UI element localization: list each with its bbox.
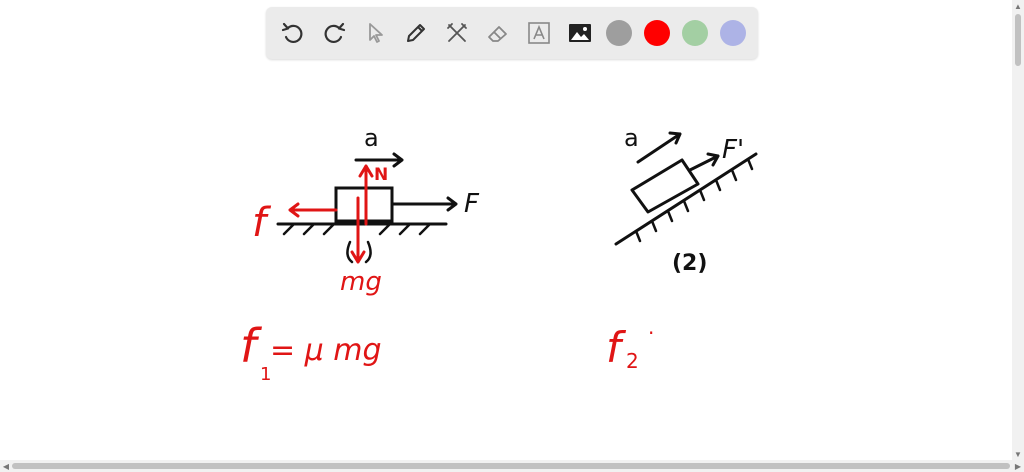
pointer-button[interactable]: [360, 19, 389, 48]
equation-f: f: [240, 319, 262, 373]
incline-caption: (2): [672, 251, 707, 276]
undo-button[interactable]: [278, 19, 307, 48]
weight-arrow: [350, 196, 366, 264]
pointer-icon: [368, 23, 383, 43]
vertical-scroll-thumb[interactable]: [1015, 14, 1021, 66]
drawing-toolbar: [266, 7, 758, 59]
friction-label: f: [252, 200, 272, 246]
eraser-button[interactable]: [483, 19, 512, 48]
tools-button[interactable]: [442, 19, 471, 48]
incline-equation-f: f: [606, 323, 627, 372]
color-swatch-blue[interactable]: [720, 20, 746, 46]
friction-arrow: [288, 202, 338, 218]
whiteboard-canvas[interactable]: a F N f mg f 1 = μ mg F' a (2) f 2 ·: [0, 60, 1012, 460]
incline-block-diagram: F' a (2) f 2 ·: [606, 124, 758, 373]
pen-icon: [406, 24, 425, 42]
image-icon: [568, 24, 591, 42]
force-arrow: [390, 196, 458, 212]
scroll-right-icon[interactable]: ▶: [1012, 460, 1024, 472]
horizontal-block-diagram: a F N f mg f 1 = μ mg: [240, 124, 480, 385]
incline-hatching: [634, 157, 754, 243]
image-button[interactable]: [565, 19, 594, 48]
color-swatch-green[interactable]: [682, 20, 708, 46]
incline-equation-tail: ·: [648, 321, 654, 345]
tools-icon: [446, 23, 467, 42]
incline-force-label: F': [722, 135, 744, 165]
scroll-down-icon[interactable]: ▼: [1012, 448, 1024, 460]
accel-label: a: [364, 124, 379, 152]
color-swatch-gray[interactable]: [606, 20, 632, 46]
horizontal-scrollbar[interactable]: ◀ ▶: [0, 460, 1024, 472]
friction-equation: f 1 = μ mg: [240, 319, 382, 385]
eraser-icon: [487, 26, 507, 42]
redo-icon: [324, 22, 345, 44]
force-label: F: [464, 189, 480, 219]
text-icon: [527, 22, 550, 44]
incline-accel-arrow: [636, 131, 682, 164]
scroll-left-icon[interactable]: ◀: [0, 460, 12, 472]
incline-accel-label: a: [624, 124, 639, 152]
incline-friction-equation: f 2 ·: [606, 321, 654, 373]
block: [334, 186, 394, 224]
color-swatch-red[interactable]: [644, 20, 670, 46]
text-button[interactable]: [524, 19, 553, 48]
redo-button[interactable]: [319, 19, 348, 48]
normal-label: N: [374, 165, 388, 185]
normal-arrow: [358, 164, 374, 226]
incline-block: [630, 158, 700, 214]
equation-rhs: = μ mg: [270, 333, 382, 368]
undo-icon: [281, 22, 302, 44]
pen-button[interactable]: [401, 19, 430, 48]
weight-label: mg: [340, 267, 382, 297]
scroll-up-icon[interactable]: ▲: [1012, 0, 1024, 12]
incline-equation-sub: 2: [626, 349, 639, 373]
vertical-scrollbar[interactable]: ▲ ▼: [1012, 0, 1024, 460]
horizontal-scroll-thumb[interactable]: [12, 463, 1010, 469]
incline-force-arrow: [688, 152, 720, 172]
